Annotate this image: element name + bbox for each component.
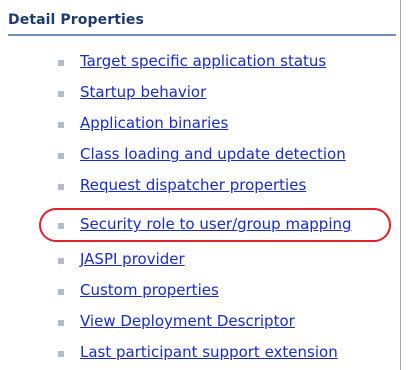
application-binaries-link[interactable]: Application binaries [80, 114, 228, 132]
last-participant-support-extension-link[interactable]: Last participant support extension [80, 343, 338, 361]
jaspi-provider-link[interactable]: JASPI provider [80, 250, 185, 268]
security-role-to-user-group-mapping-link[interactable]: Security role to user/group mapping [80, 215, 352, 233]
bullet-icon [58, 122, 64, 128]
request-dispatcher-properties-link[interactable]: Request dispatcher properties [80, 176, 306, 194]
bullet-icon [58, 289, 64, 295]
target-specific-application-status-link[interactable]: Target specific application status [80, 52, 326, 70]
bullet-icon [58, 258, 64, 264]
section-title: Detail Properties [8, 12, 144, 28]
bullet-icon [58, 91, 64, 97]
bullet-icon [58, 223, 64, 229]
startup-behavior-link[interactable]: Startup behavior [80, 83, 206, 101]
bullet-icon [58, 60, 64, 66]
custom-properties-link[interactable]: Custom properties [80, 281, 219, 299]
bullet-icon [58, 320, 64, 326]
bullet-icon [58, 351, 64, 357]
detail-properties-panel: Detail Properties Target specific applic… [0, 0, 401, 370]
bullet-icon [58, 184, 64, 190]
bullet-icon [58, 153, 64, 159]
class-loading-and-update-detection-link[interactable]: Class loading and update detection [80, 145, 346, 163]
section-header: Detail Properties [8, 10, 396, 36]
view-deployment-descriptor-link[interactable]: View Deployment Descriptor [80, 312, 295, 330]
